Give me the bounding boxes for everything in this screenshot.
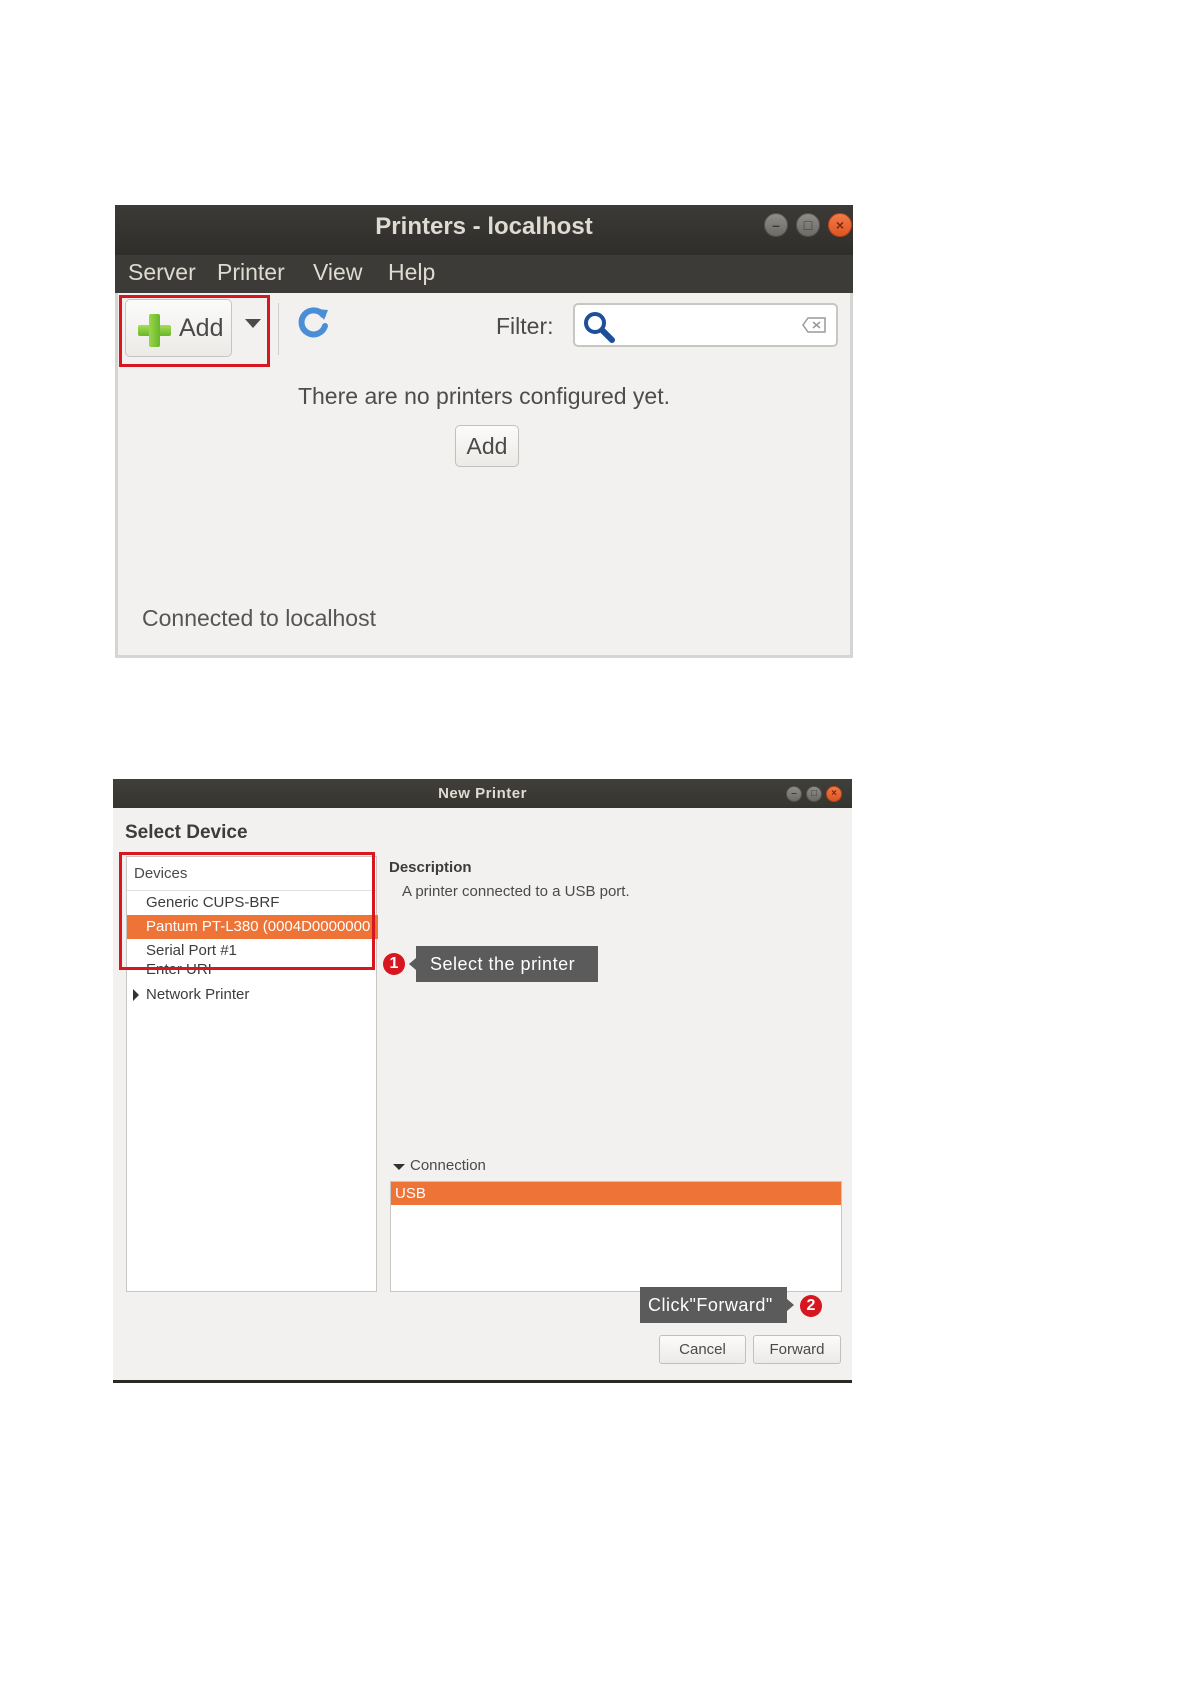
section-title: Select Device (125, 822, 248, 843)
toolbar: Add Filter: (118, 293, 850, 367)
window-title: Printers - localhost (375, 213, 593, 240)
menu-bar: Server Printer View Help (115, 255, 853, 293)
title-bar[interactable]: Printers - localhost – □ × (115, 205, 853, 255)
menu-server[interactable]: Server (128, 259, 196, 286)
printers-window: Printers - localhost – □ × Server Printe… (115, 205, 853, 658)
status-bar: Connected to localhost (142, 605, 376, 631)
add-button[interactable]: Add (455, 425, 519, 467)
step-1-badge: 1 (383, 953, 405, 975)
highlight-box (119, 295, 270, 367)
close-icon[interactable]: × (828, 213, 852, 237)
dialog-bottom-edge (113, 1380, 852, 1383)
menu-view[interactable]: View (313, 259, 362, 286)
cancel-button[interactable]: Cancel (659, 1335, 746, 1364)
filter-input[interactable] (573, 303, 838, 347)
description-heading: Description (389, 859, 472, 876)
maximize-icon[interactable]: □ (796, 213, 820, 237)
toolbar-separator (278, 303, 279, 355)
close-icon[interactable]: × (826, 786, 842, 802)
expand-icon[interactable] (133, 989, 139, 1001)
callout-select-printer: Select the printer (416, 946, 598, 982)
highlight-box (119, 852, 375, 970)
forward-button[interactable]: Forward (753, 1335, 841, 1364)
title-bar[interactable]: New Printer – □ × (113, 779, 852, 808)
menu-help[interactable]: Help (388, 259, 435, 286)
minimize-icon[interactable]: – (764, 213, 788, 237)
empty-message: There are no printers configured yet. (297, 383, 671, 409)
dialog-title: New Printer (438, 785, 527, 802)
search-icon (584, 312, 615, 343)
connection-item-usb[interactable]: USB (391, 1182, 841, 1205)
network-printer-label: Network Printer (146, 986, 250, 1003)
description-text: A printer connected to a USB port. (402, 883, 630, 900)
callout-1-pointer (409, 958, 416, 970)
callout-2-pointer (787, 1299, 794, 1311)
menu-printer[interactable]: Printer (217, 259, 285, 286)
step-2-badge: 2 (800, 1295, 822, 1317)
connection-list: USB (390, 1181, 842, 1292)
filter-label: Filter: (496, 313, 554, 339)
device-item-network[interactable]: Network Printer (127, 983, 378, 1007)
collapse-icon[interactable] (393, 1164, 405, 1170)
maximize-icon[interactable]: □ (806, 786, 822, 802)
connection-heading[interactable]: Connection (410, 1157, 486, 1174)
clear-icon[interactable] (802, 317, 826, 333)
minimize-icon[interactable]: – (786, 786, 802, 802)
callout-click-forward: Click"Forward" (640, 1287, 787, 1323)
refresh-icon[interactable] (296, 306, 330, 340)
